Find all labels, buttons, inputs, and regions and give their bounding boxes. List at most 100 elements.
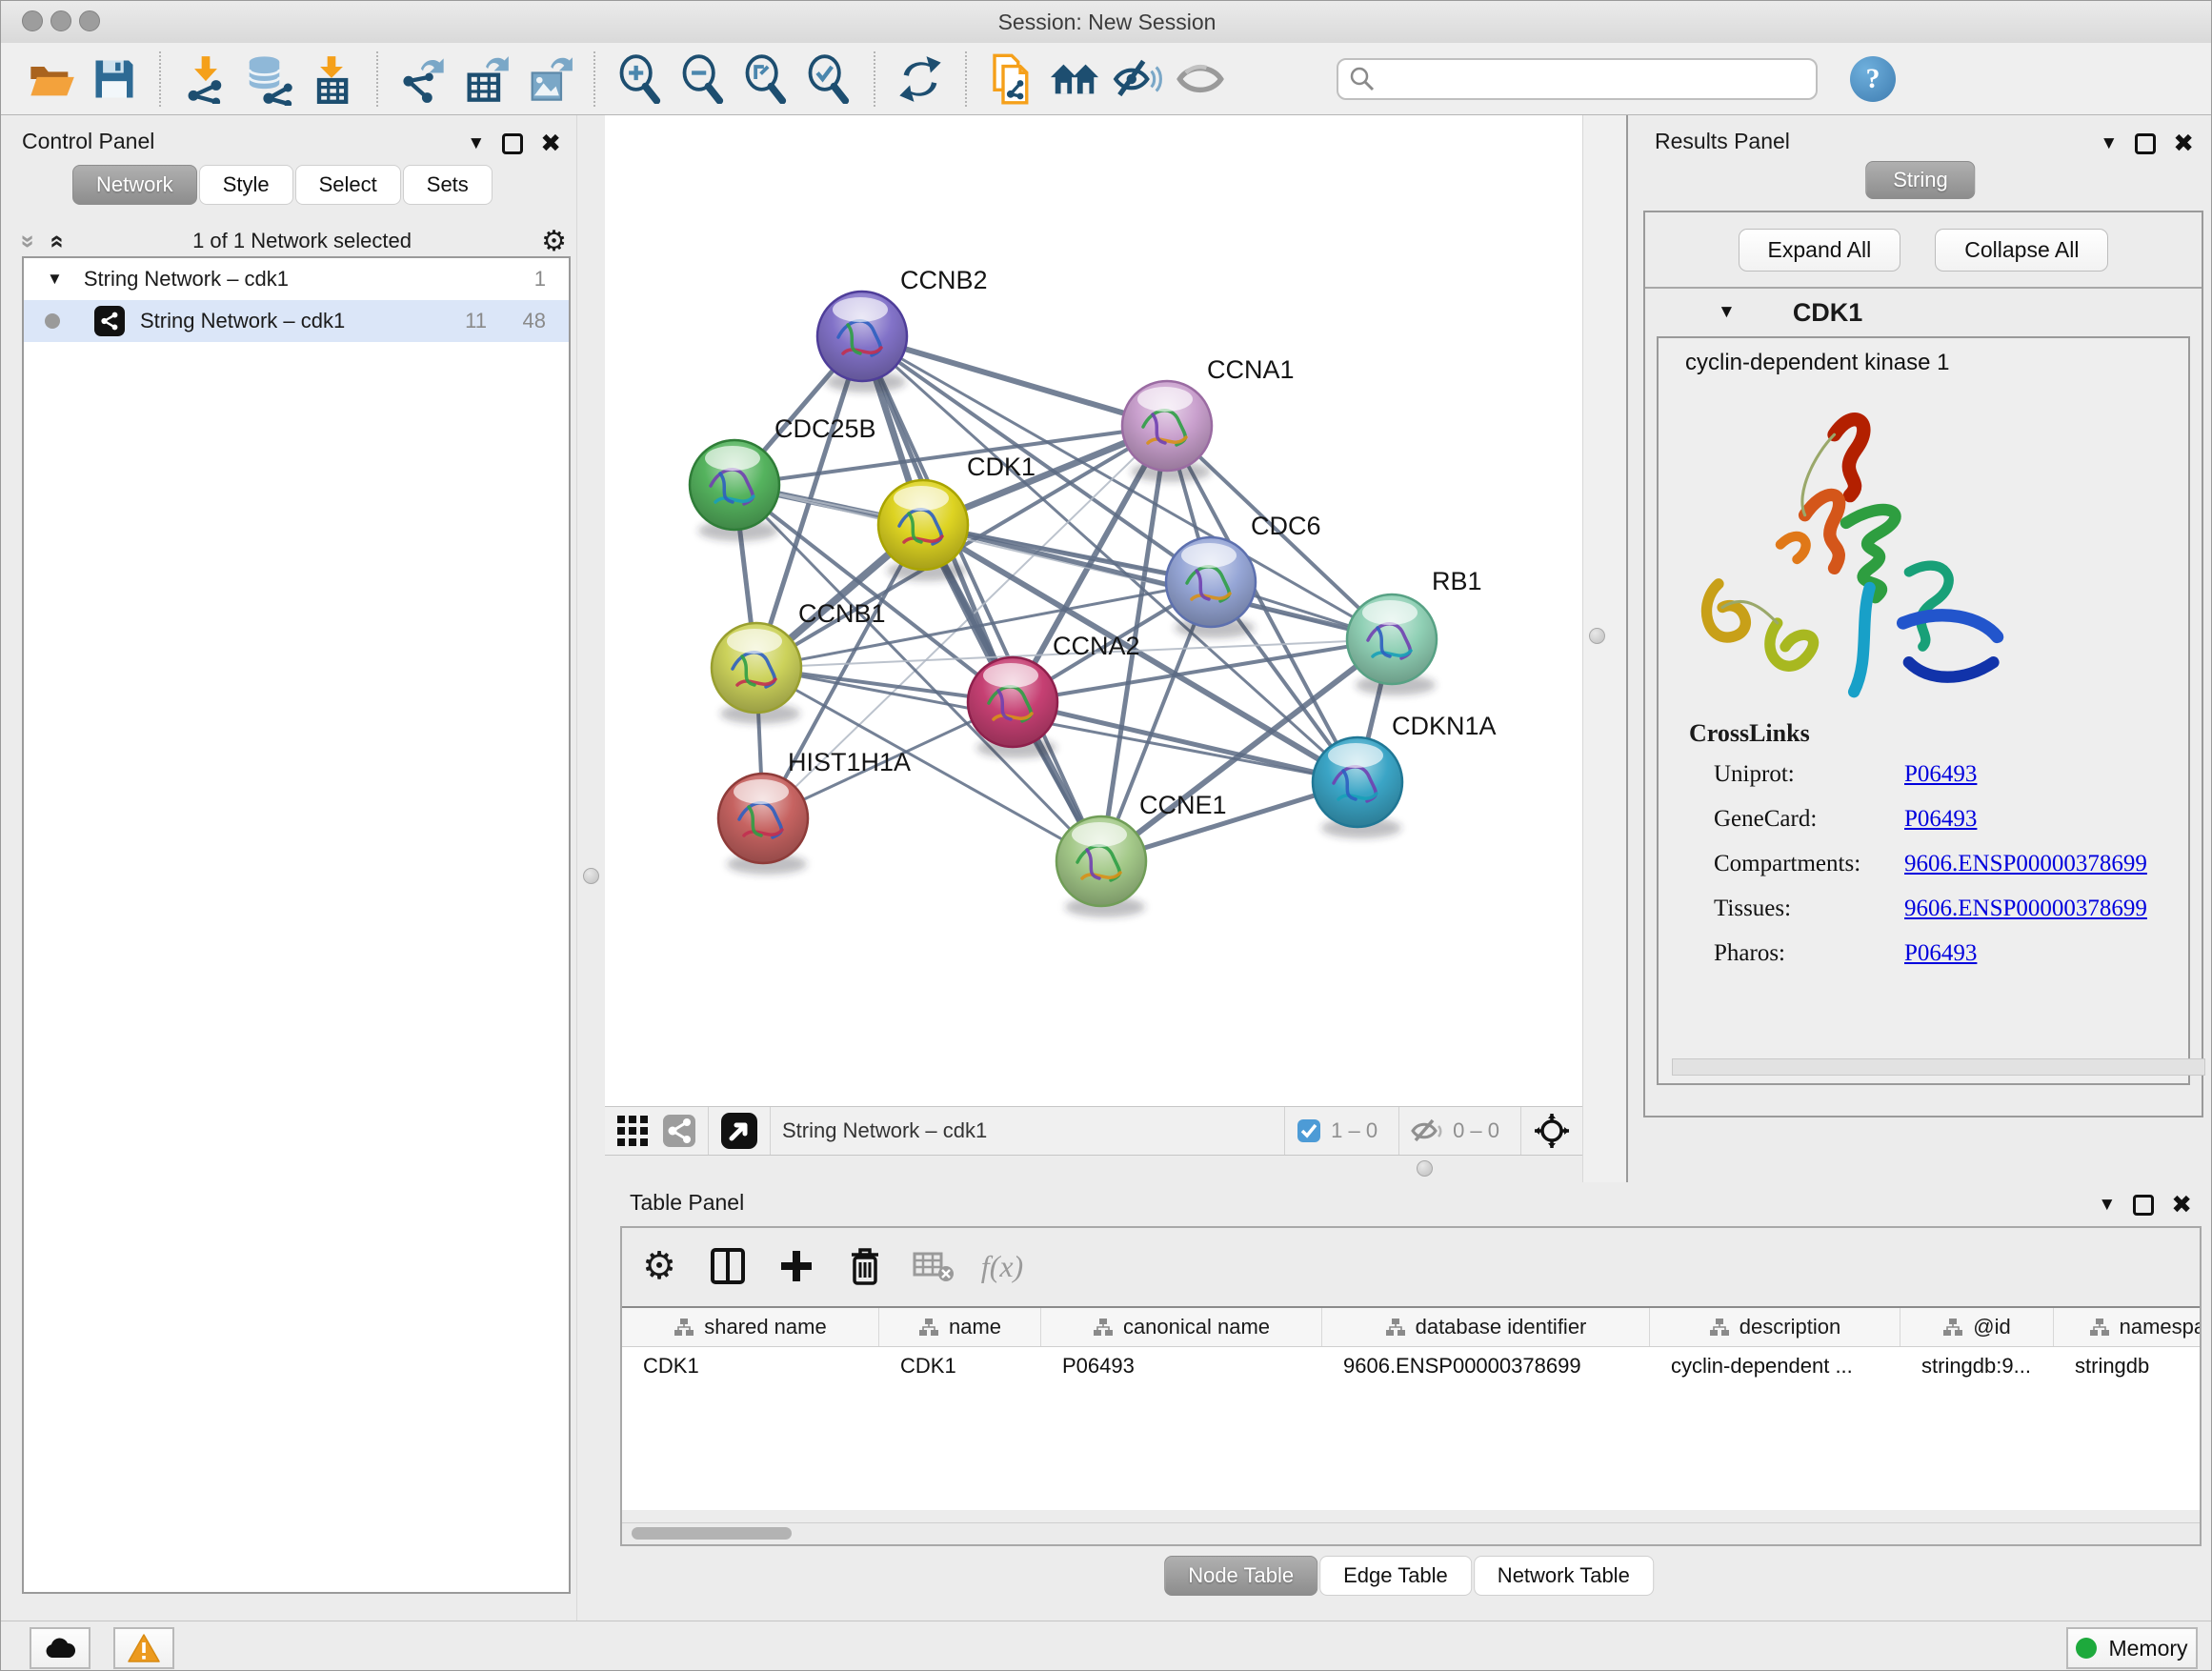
collapse-panel-icon[interactable]: ▼ [2098, 1195, 2116, 1216]
network-collection-row[interactable]: ▼ String Network – cdk1 1 [24, 258, 569, 300]
selected-checkbox-icon[interactable] [1297, 1118, 1321, 1143]
network-view-icon[interactable] [662, 1114, 696, 1148]
table-cell[interactable]: cyclin-dependent ... [1650, 1347, 1900, 1385]
protein-section-header[interactable]: ▼ CDK1 [1645, 289, 2202, 336]
tab-network[interactable]: Network [72, 165, 197, 205]
network-node-CDKN1A[interactable]: CDKN1A [1313, 712, 1497, 838]
crosslink-link[interactable]: P06493 [1904, 806, 1977, 833]
column-header-database-identifier[interactable]: database identifier [1322, 1308, 1650, 1346]
close-panel-icon[interactable]: ✖ [2173, 129, 2194, 158]
vertical-splitter-left[interactable] [576, 115, 607, 1621]
table-horizontal-scrollbar[interactable] [622, 1522, 2200, 1544]
crosslink-link[interactable]: P06493 [1904, 940, 1977, 967]
search-input[interactable] [1337, 58, 1818, 100]
delete-column-trash-icon[interactable] [843, 1244, 887, 1288]
network-options-gear-icon[interactable]: ⚙ [541, 225, 567, 258]
tab-select[interactable]: Select [295, 165, 401, 205]
column-header-name[interactable]: name [879, 1308, 1041, 1346]
tab-network-table[interactable]: Network Table [1474, 1556, 1654, 1596]
network-graph[interactable]: CCNB2 CCNA1 CDC25B CDK1 CDC6 RB1 [605, 115, 1582, 1106]
column-header-namespace[interactable]: namespace [2054, 1308, 2200, 1346]
expand-all-button[interactable]: Expand All [1739, 229, 1901, 272]
cloud-button[interactable] [30, 1627, 90, 1669]
edge-CCNB2-CCNA1[interactable] [862, 336, 1167, 426]
tab-node-table[interactable]: Node Table [1164, 1556, 1317, 1596]
splitter-handle[interactable] [1589, 628, 1605, 644]
network-row-selected[interactable]: String Network – cdk1 11 48 [24, 300, 569, 342]
horizontal-splitter[interactable] [605, 1156, 1582, 1182]
table-options-gear-icon[interactable]: ⚙ [637, 1244, 681, 1288]
zoom-in-button[interactable] [614, 53, 666, 105]
tab-sets[interactable]: Sets [403, 165, 493, 205]
import-network-database-button[interactable] [243, 53, 294, 105]
table-cell[interactable]: P06493 [1041, 1347, 1322, 1385]
show-all-button[interactable] [1175, 53, 1226, 105]
network-node-RB1[interactable]: RB1 [1347, 567, 1482, 695]
network-node-CDC6[interactable]: CDC6 [1166, 512, 1321, 638]
clone-network-button[interactable] [986, 53, 1037, 105]
column-header-shared-name[interactable]: shared name [622, 1308, 879, 1346]
function-builder-icon[interactable]: f(x) [980, 1244, 1024, 1288]
zoom-selected-button[interactable] [803, 53, 855, 105]
detach-view-icon[interactable] [720, 1112, 758, 1150]
crosslink-link[interactable]: P06493 [1904, 761, 1977, 788]
column-header-canonical-name[interactable]: canonical name [1041, 1308, 1322, 1346]
table-cell[interactable]: stringdb [2054, 1347, 2200, 1385]
table-cell[interactable]: 9606.ENSP00000378699 [1322, 1347, 1650, 1385]
birds-eye-view-icon[interactable] [1533, 1112, 1571, 1150]
open-session-button[interactable] [26, 53, 77, 105]
hide-selected-button[interactable] [1112, 53, 1163, 105]
zoom-out-button[interactable] [677, 53, 729, 105]
column-header-description[interactable]: description [1650, 1308, 1900, 1346]
scrollbar-thumb[interactable] [632, 1527, 792, 1540]
expand-all-icon[interactable]: » [41, 234, 70, 248]
save-session-button[interactable] [89, 53, 140, 105]
float-panel-icon[interactable] [502, 133, 523, 154]
close-panel-icon[interactable]: ✖ [540, 129, 561, 158]
network-node-CCNB1[interactable]: CCNB1 [712, 599, 886, 724]
crosslink-link[interactable]: 9606.ENSP00000378699 [1904, 851, 2147, 877]
float-panel-icon[interactable] [2133, 1195, 2154, 1216]
network-node-HIST1H1A[interactable]: HIST1H1A [718, 748, 911, 875]
results-scrollbar[interactable] [1672, 1058, 2205, 1076]
export-network-button[interactable] [397, 53, 449, 105]
collapse-all-icon[interactable]: » [14, 234, 44, 248]
network-node-CCNE1[interactable]: CCNE1 [1056, 791, 1227, 917]
export-image-button[interactable] [523, 53, 574, 105]
float-panel-icon[interactable] [2135, 133, 2156, 154]
collapse-panel-icon[interactable]: ▼ [2100, 133, 2118, 154]
splitter-handle[interactable] [583, 868, 599, 884]
collapse-all-button[interactable]: Collapse All [1935, 229, 2108, 272]
edge-CCNB2-CCNE1[interactable] [862, 336, 1101, 861]
export-table-button[interactable] [460, 53, 512, 105]
delete-table-icon[interactable] [912, 1244, 955, 1288]
collapse-panel-icon[interactable]: ▼ [467, 133, 485, 154]
show-columns-icon[interactable] [706, 1244, 750, 1288]
tab-edge-table[interactable]: Edge Table [1319, 1556, 1472, 1596]
import-table-button[interactable] [306, 53, 357, 105]
splitter-handle[interactable] [1417, 1160, 1433, 1177]
import-network-file-button[interactable] [180, 53, 231, 105]
warnings-button[interactable] [113, 1627, 174, 1669]
first-neighbors-button[interactable] [1049, 53, 1100, 105]
memory-button[interactable]: Memory [2066, 1627, 2198, 1669]
create-column-plus-icon[interactable] [774, 1244, 818, 1288]
table-cell[interactable]: CDK1 [879, 1347, 1041, 1385]
string-tab[interactable]: String [1865, 161, 1975, 199]
grid-view-icon[interactable] [616, 1115, 649, 1147]
disclosure-triangle-icon[interactable]: ▼ [1718, 302, 1736, 323]
table-cell[interactable]: CDK1 [622, 1347, 879, 1385]
table-row[interactable]: CDK1CDK1P064939606.ENSP00000378699cyclin… [622, 1347, 2200, 1385]
tab-style[interactable]: Style [199, 165, 293, 205]
zoom-fit-button[interactable] [740, 53, 792, 105]
crosslink-link[interactable]: 9606.ENSP00000378699 [1904, 896, 2147, 922]
refresh-button[interactable] [895, 53, 946, 105]
close-panel-icon[interactable]: ✖ [2171, 1190, 2192, 1219]
table-cell[interactable]: stringdb:9... [1900, 1347, 2054, 1385]
vertical-splitter-right[interactable] [1582, 115, 1627, 1182]
help-button[interactable]: ? [1850, 56, 1896, 102]
results-buttons-row: Expand All Collapse All [1645, 212, 2202, 289]
network-canvas[interactable]: CCNB2 CCNA1 CDC25B CDK1 CDC6 RB1 [605, 115, 1582, 1106]
disclosure-triangle-icon[interactable]: ▼ [47, 270, 63, 289]
column-header-@id[interactable]: @id [1900, 1308, 2054, 1346]
